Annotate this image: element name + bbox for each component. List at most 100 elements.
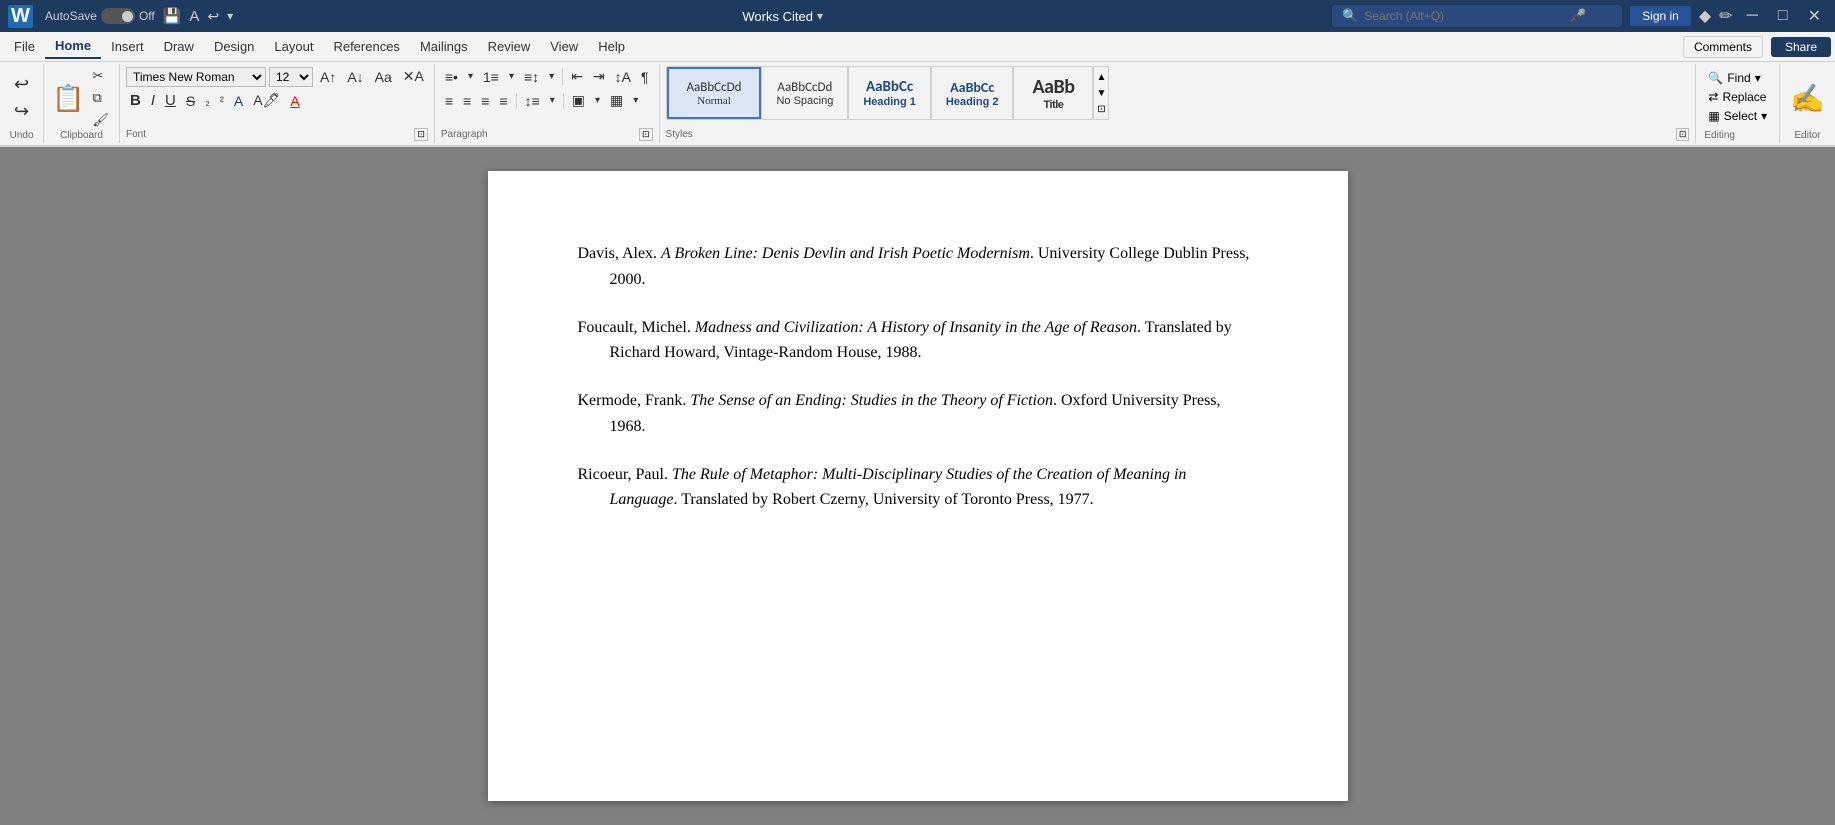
bullets-button[interactable]: ≡• (441, 67, 462, 87)
sign-in-button[interactable]: Sign in (1630, 6, 1691, 26)
tab-layout[interactable]: Layout (264, 35, 323, 58)
font-color-toolbar-icon[interactable]: A (189, 8, 199, 25)
share-button[interactable]: Share (1771, 37, 1831, 57)
increase-indent-button[interactable]: ⇥ (589, 66, 609, 87)
font-shrink-button[interactable]: A↓ (343, 67, 367, 87)
select-dropdown[interactable]: ▾ (1761, 109, 1767, 123)
redo-button[interactable]: ↪ (8, 99, 35, 124)
superscript-button[interactable]: ² (216, 92, 228, 110)
subscript-button[interactable]: ₂ (201, 92, 214, 110)
tab-home[interactable]: Home (45, 34, 101, 59)
borders-dropdown[interactable]: ▾ (629, 93, 642, 108)
italic-button[interactable]: I (147, 90, 159, 111)
show-para-button[interactable]: ¶ (637, 67, 653, 87)
sort-button[interactable]: ↕A (611, 67, 635, 87)
style-heading2[interactable]: AaBbCc Heading 2 (931, 67, 1014, 119)
tab-review[interactable]: Review (478, 35, 541, 58)
tab-draw[interactable]: Draw (154, 35, 204, 58)
clipboard-label: Clipboard (60, 130, 103, 141)
copy-button[interactable]: ⧉ (88, 88, 113, 108)
citation-davis-author: Davis, Alex. (578, 245, 662, 262)
line-spacing-dropdown[interactable]: ▾ (546, 93, 559, 108)
tab-help[interactable]: Help (588, 35, 635, 58)
comments-button[interactable]: Comments (1683, 36, 1763, 58)
styles-scroll-down[interactable]: ▼ (1096, 88, 1106, 99)
tab-design[interactable]: Design (204, 35, 264, 58)
style-no-spacing-label: No Spacing (776, 95, 833, 107)
style-heading2-sample: AaBbCc (950, 79, 994, 96)
editor-button[interactable]: ✍ (1790, 82, 1825, 115)
mic-icon[interactable]: 🎤 (1570, 8, 1586, 24)
bold-button[interactable]: B (126, 90, 145, 111)
underline-button[interactable]: U (161, 90, 180, 111)
pen-icon[interactable]: ✏ (1719, 6, 1732, 26)
font-grow-button[interactable]: A↑ (316, 67, 340, 87)
line-spacing-button[interactable]: ↕≡ (521, 91, 544, 111)
style-normal-sample: AaBbCcDd (687, 80, 742, 95)
paragraph-label: Paragraph (441, 129, 488, 140)
tab-references[interactable]: References (323, 35, 409, 58)
shading-dropdown[interactable]: ▾ (591, 93, 604, 108)
borders-button[interactable]: ▦ (606, 90, 627, 111)
numbering-dropdown[interactable]: ▾ (505, 69, 518, 84)
align-left-button[interactable]: ≡ (441, 91, 457, 111)
find-dropdown[interactable]: ▾ (1755, 71, 1761, 85)
font-expand-button[interactable]: ⊡ (414, 128, 428, 141)
justify-button[interactable]: ≡ (495, 91, 511, 111)
autosave-toggle[interactable] (101, 8, 135, 24)
tab-mailings[interactable]: Mailings (410, 35, 478, 58)
search-input[interactable] (1364, 9, 1564, 23)
paragraph-expand-button[interactable]: ⊡ (639, 128, 653, 141)
find-button[interactable]: 🔍 Find ▾ (1704, 70, 1771, 86)
bullets-dropdown[interactable]: ▾ (464, 69, 477, 84)
editor-icon: ✍ (1790, 82, 1825, 115)
style-normal[interactable]: AaBbCcDd Normal (667, 67, 762, 119)
select-button[interactable]: ▦ Select ▾ (1704, 108, 1771, 124)
format-painter-button[interactable]: 🖌 (88, 110, 113, 130)
shading-button[interactable]: ▣ (568, 90, 589, 111)
style-heading1[interactable]: AaBbCc Heading 1 (848, 67, 931, 119)
highlight-button[interactable]: A🖊 (249, 90, 284, 111)
multilevel-dropdown[interactable]: ▾ (545, 69, 558, 84)
minimize-button[interactable]: ─ (1741, 7, 1764, 25)
font-color-button[interactable]: A (286, 91, 303, 111)
replace-button[interactable]: ⇄ Replace (1704, 89, 1771, 105)
style-normal-label: Normal (697, 95, 731, 107)
select-icon: ▦ (1708, 109, 1719, 123)
clear-format-button[interactable]: ✕A (399, 66, 428, 87)
paste-button[interactable]: 📋 (50, 81, 86, 116)
decrease-indent-button[interactable]: ⇤ (567, 66, 587, 87)
dropdown-title-icon[interactable]: ▾ (227, 9, 233, 23)
styles-more[interactable]: ⊡ (1096, 104, 1106, 115)
autosave-area: AutoSave Off (45, 8, 155, 24)
tab-file[interactable]: File (4, 35, 45, 58)
font-size-select[interactable]: 12 (269, 67, 313, 87)
undo-title-icon[interactable]: ↩ (207, 8, 219, 25)
style-no-spacing[interactable]: AaBbCcDd No Spacing (761, 67, 848, 119)
doc-title-dropdown[interactable]: ▾ (817, 9, 823, 24)
text-effects-button[interactable]: A (230, 91, 247, 111)
styles-scroll-up[interactable]: ▲ (1096, 72, 1106, 83)
citation-davis: Davis, Alex. A Broken Line: Denis Devlin… (578, 241, 1258, 292)
maximize-button[interactable]: □ (1772, 7, 1794, 25)
save-icon[interactable]: 💾 (163, 7, 182, 25)
close-button[interactable]: ✕ (1802, 6, 1827, 26)
citation-foucault-title: Madness and Civilization: A History of I… (695, 319, 1137, 336)
tab-view[interactable]: View (540, 35, 588, 58)
strikethrough-button[interactable]: S (182, 91, 199, 111)
styles-expand-button[interactable]: ⊡ (1676, 128, 1690, 141)
numbering-button[interactable]: 1≡ (479, 67, 503, 87)
undo-button[interactable]: ↩ (8, 72, 35, 97)
align-right-button[interactable]: ≡ (477, 91, 493, 111)
style-heading1-label: Heading 1 (863, 96, 916, 108)
multilevel-button[interactable]: ≡↕ (520, 67, 543, 87)
font-name-select[interactable]: Times New Roman (126, 67, 266, 87)
cut-button[interactable]: ✂ (88, 66, 113, 86)
style-no-spacing-sample: AaBbCcDd (777, 80, 832, 95)
citation-foucault-author: Foucault, Michel. (578, 319, 695, 336)
diamond-icon[interactable]: ◆ (1699, 6, 1711, 26)
change-case-button[interactable]: Aa (371, 67, 396, 87)
style-title[interactable]: AaBb Title (1013, 67, 1093, 119)
align-center-button[interactable]: ≡ (459, 91, 475, 111)
tab-insert[interactable]: Insert (101, 35, 154, 58)
